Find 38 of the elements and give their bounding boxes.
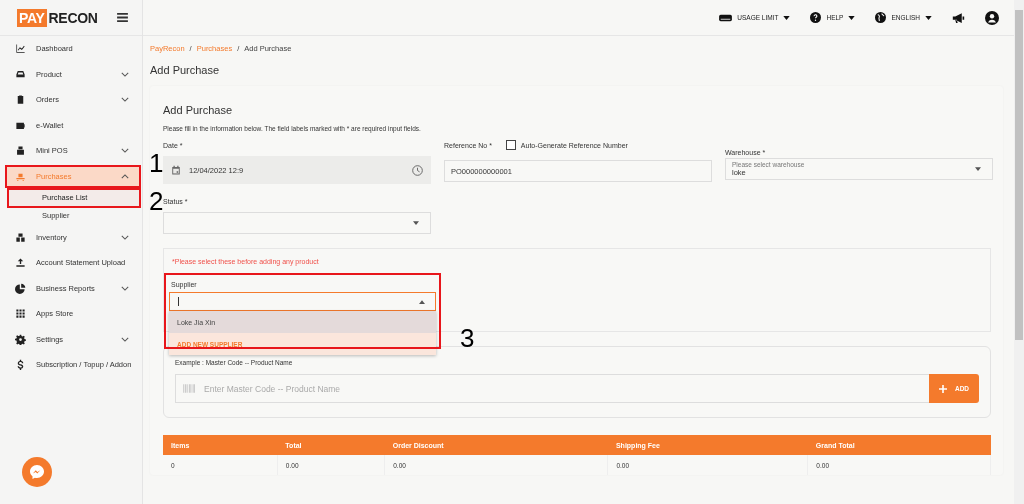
annotation-number: 1 [149, 150, 164, 176]
globe-icon [875, 12, 887, 23]
settings-icon [15, 333, 26, 345]
caret-icon [413, 221, 419, 225]
caret-icon [925, 15, 932, 20]
card-title: Add Purchase [163, 104, 234, 116]
caret-icon [848, 15, 856, 20]
page-title: Add Purchase [150, 64, 221, 76]
pie-chart-icon [15, 282, 26, 294]
clipboard-icon [15, 94, 26, 106]
chat-bubble-icon [29, 464, 45, 480]
logo: PAY RECON [17, 8, 99, 27]
chart-icon [15, 43, 26, 55]
annotation-number: 2 [149, 188, 164, 214]
checkbox[interactable] [505, 140, 516, 150]
chat-button[interactable] [22, 457, 52, 487]
drive-icon [719, 13, 733, 22]
caret-icon [975, 167, 981, 171]
help-icon [810, 12, 822, 23]
dollar-icon [15, 359, 26, 371]
barcode-icon [183, 384, 195, 393]
scrollbar[interactable] [1014, 0, 1024, 504]
upload-icon [15, 257, 26, 269]
user-avatar-icon[interactable] [985, 10, 999, 25]
annotation-number: 3 [460, 325, 475, 351]
calendar-icon [171, 165, 181, 175]
plus-icon [938, 384, 947, 393]
supplier-select[interactable] [169, 292, 436, 311]
product-search-field[interactable]: Enter Master Code -- Product Name [175, 374, 929, 403]
caret-icon [419, 299, 425, 304]
caret-icon [783, 15, 791, 20]
register-icon [15, 145, 26, 157]
tray-icon [15, 68, 26, 80]
boxes-icon [15, 231, 26, 243]
menu-icon[interactable] [117, 13, 128, 22]
megaphone-icon[interactable] [952, 11, 965, 24]
clock-icon[interactable] [412, 164, 423, 176]
grid-icon [15, 308, 26, 320]
